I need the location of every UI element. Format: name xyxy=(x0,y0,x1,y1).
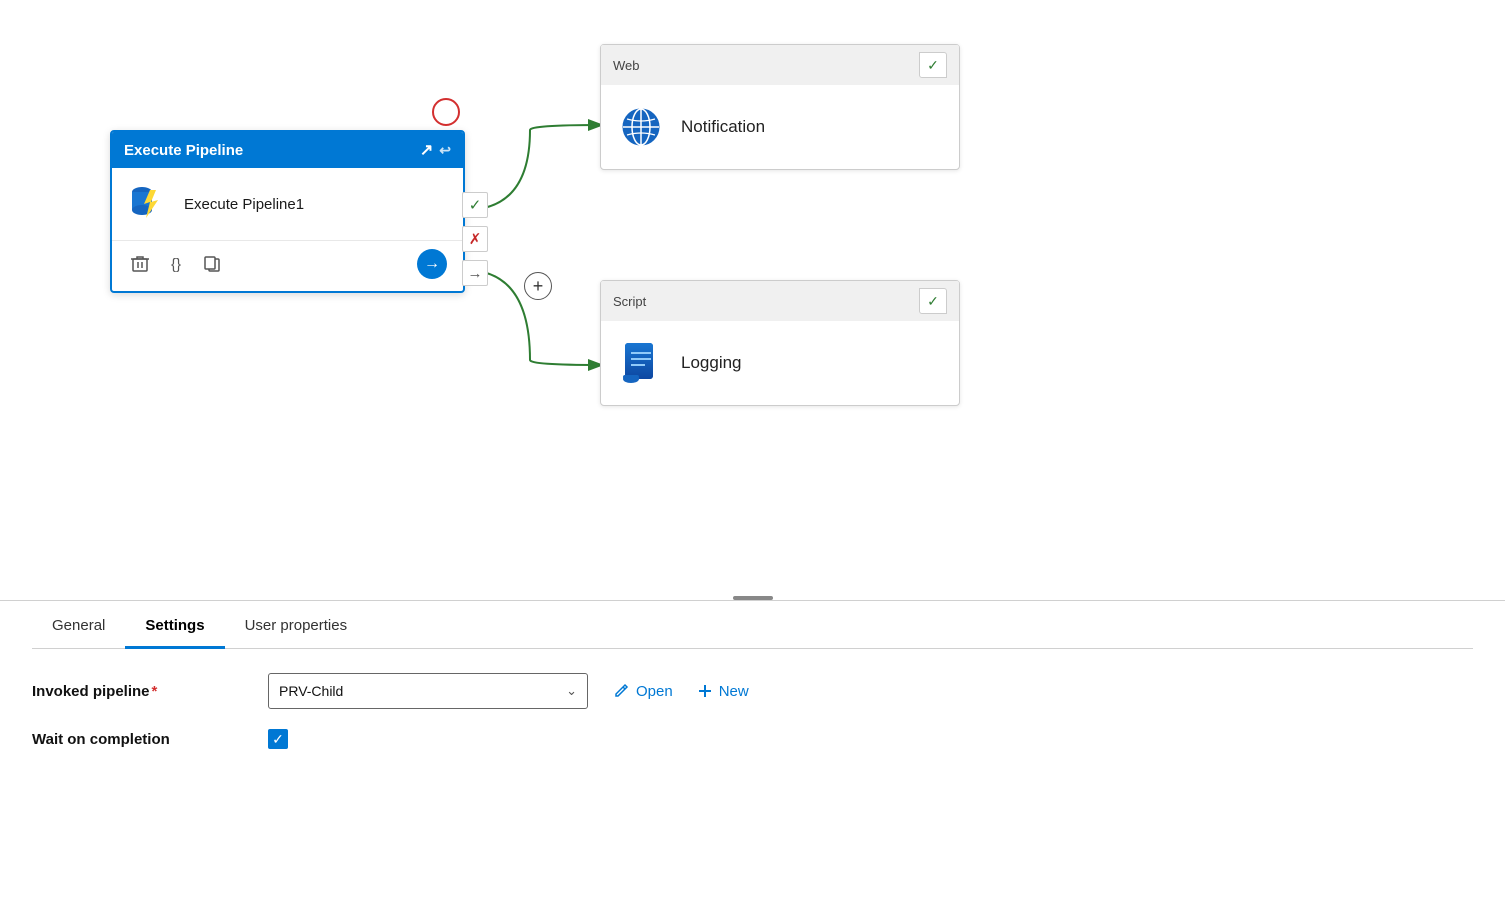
invoked-pipeline-row: Invoked pipeline* PRV-Child ⌄ Open New xyxy=(32,673,1473,709)
failure-badge[interactable]: ✗ xyxy=(462,226,488,252)
error-indicator xyxy=(432,98,460,126)
node-body: Execute Pipeline1 xyxy=(112,168,463,240)
invoked-pipeline-dropdown[interactable]: PRV-Child ⌄ xyxy=(268,673,588,709)
divider-handle[interactable] xyxy=(733,596,773,600)
web-notification-header: Web ✓ xyxy=(601,45,959,85)
checkbox-check-icon: ✓ xyxy=(272,731,284,748)
script-icon xyxy=(617,339,665,387)
tab-general[interactable]: General xyxy=(32,601,125,648)
node-title: Execute Pipeline xyxy=(124,142,243,159)
web-notification-node[interactable]: Web ✓ Notification xyxy=(600,44,960,170)
script-logging-body: Logging xyxy=(601,321,959,405)
pipeline-icon xyxy=(128,182,172,226)
web-notification-body: Notification xyxy=(601,85,959,169)
settings-form: Invoked pipeline* PRV-Child ⌄ Open New xyxy=(32,649,1473,793)
delete-icon[interactable] xyxy=(128,252,152,276)
execute-pipeline-node[interactable]: Execute Pipeline ↗ ↩ Execute Pipeline1 xyxy=(110,130,465,293)
node-label: Execute Pipeline1 xyxy=(184,196,304,213)
web-category-label: Web xyxy=(613,58,640,73)
new-label: New xyxy=(719,683,749,700)
undo-icon[interactable]: ↩ xyxy=(439,142,451,159)
required-star: * xyxy=(152,683,158,700)
connection-badges: ✓ ✗ → xyxy=(462,192,488,286)
add-activity-button[interactable]: + xyxy=(524,272,552,300)
script-logging-header: Script ✓ xyxy=(601,281,959,321)
globe-icon xyxy=(617,103,665,151)
external-link-icon[interactable]: ↗ xyxy=(420,140,433,160)
tabs: General Settings User properties xyxy=(32,601,1473,649)
invoked-pipeline-label: Invoked pipeline* xyxy=(32,683,252,700)
script-logging-node[interactable]: Script ✓ xyxy=(600,280,960,406)
code-icon[interactable]: {} xyxy=(164,252,188,276)
web-notification-label: Notification xyxy=(681,117,765,137)
pipeline-canvas[interactable]: Execute Pipeline ↗ ↩ Execute Pipeline1 xyxy=(0,0,1505,600)
tab-user-properties[interactable]: User properties xyxy=(225,601,368,648)
node-actions: {} → xyxy=(112,240,463,291)
copy-icon[interactable] xyxy=(200,252,224,276)
wait-on-completion-row: Wait on completion ✓ xyxy=(32,729,1473,749)
open-link[interactable]: Open xyxy=(612,682,673,700)
node-header: Execute Pipeline ↗ ↩ xyxy=(112,132,463,168)
header-icons: ↗ ↩ xyxy=(420,140,451,160)
success-badge[interactable]: ✓ xyxy=(462,192,488,218)
chevron-down-icon: ⌄ xyxy=(566,683,577,699)
web-check-badge: ✓ xyxy=(919,52,947,78)
new-link[interactable]: New xyxy=(697,683,749,700)
completion-badge[interactable]: → xyxy=(462,260,488,286)
script-category-label: Script xyxy=(613,294,646,309)
plus-icon xyxy=(697,683,713,699)
dropdown-value: PRV-Child xyxy=(279,683,343,699)
bottom-panel: General Settings User properties Invoked… xyxy=(0,601,1505,793)
plus-icon: + xyxy=(533,276,544,297)
tab-settings[interactable]: Settings xyxy=(125,601,224,648)
script-logging-label: Logging xyxy=(681,353,742,373)
wait-on-completion-checkbox[interactable]: ✓ xyxy=(268,729,288,749)
wait-on-completion-label: Wait on completion xyxy=(32,731,252,748)
script-check-badge: ✓ xyxy=(919,288,947,314)
open-label: Open xyxy=(636,683,673,700)
go-icon[interactable]: → xyxy=(417,249,447,279)
pencil-icon xyxy=(612,682,630,700)
